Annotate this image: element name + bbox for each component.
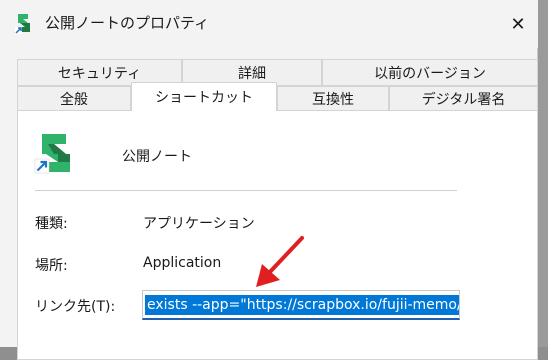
tab-previous-versions[interactable]: 以前のバージョン: [322, 59, 538, 86]
properties-dialog: 公開ノートのプロパティ ✕ セキュリティ 詳細 以前のバージョン 全般 ショート…: [0, 0, 538, 360]
tab-label: 以前のバージョン: [374, 65, 486, 82]
shortcut-name: 公開ノート: [122, 149, 192, 165]
tab-compatibility[interactable]: 互換性: [277, 86, 389, 111]
tab-label: 全般: [60, 91, 88, 108]
app-shortcut-icon: [34, 134, 70, 174]
close-button[interactable]: ✕: [500, 8, 536, 40]
annotation-arrow-icon: [256, 236, 304, 287]
location-value: Application: [143, 255, 222, 271]
tab-label: セキュリティ: [57, 65, 142, 82]
type-label: 種類:: [35, 216, 68, 232]
tab-digital-signatures[interactable]: デジタル署名: [389, 86, 538, 111]
type-value: アプリケーション: [143, 216, 255, 232]
window-title: 公開ノートのプロパティ: [45, 14, 210, 32]
tab-label: 互換性: [312, 91, 354, 108]
tab-shortcut[interactable]: ショートカット: [131, 82, 277, 111]
divider: [35, 190, 457, 191]
target-field[interactable]: exists --app="https://scrapbox.io/fujii-…: [142, 290, 460, 320]
tab-label: ショートカット: [155, 90, 253, 106]
app-logo-icon: [15, 14, 30, 34]
target-label: リンク先(T):: [35, 299, 116, 315]
desktop-background-edge: [538, 0, 548, 347]
tab-general[interactable]: 全般: [17, 86, 131, 111]
tab-label: 詳細: [238, 65, 266, 82]
close-icon: ✕: [510, 13, 526, 35]
target-field-value: exists --app="https://scrapbox.io/fujii-…: [145, 295, 459, 315]
location-label: 場所:: [35, 258, 68, 274]
tab-label: デジタル署名: [421, 91, 506, 108]
title-bar: 公開ノートのプロパティ ✕: [0, 0, 538, 48]
